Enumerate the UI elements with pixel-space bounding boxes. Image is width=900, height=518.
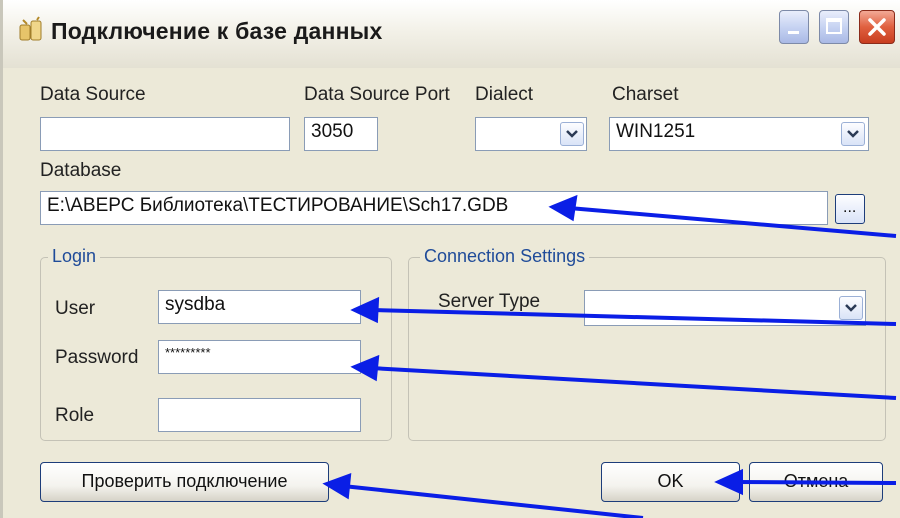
close-icon (868, 18, 886, 36)
chevron-down-icon (845, 304, 857, 312)
dialect-label: Dialect (475, 84, 534, 105)
arrow-to-test-connection (342, 484, 644, 518)
charset-value: WIN1251 (616, 121, 696, 142)
user-label: User (55, 298, 96, 319)
charset-select[interactable]: WIN1251 (609, 117, 869, 151)
role-label: Role (55, 405, 95, 426)
user-input[interactable]: sysdba (158, 290, 361, 324)
window-title: Подключение к базе данных (51, 18, 383, 44)
minimize-icon (788, 31, 799, 34)
data-source-input[interactable] (40, 117, 290, 151)
server-type-dropdown-button[interactable] (839, 296, 863, 320)
arrow-head-test-connection (322, 473, 352, 500)
minimize-button[interactable] (779, 10, 809, 44)
database-browse-button[interactable]: ... (835, 194, 865, 224)
password-label: Password (55, 347, 139, 368)
database-label: Database (40, 160, 122, 181)
data-source-port-label: Data Source Port (304, 84, 450, 105)
test-connection-button[interactable]: Проверить подключение (40, 462, 329, 502)
connection-settings-title: Connection Settings (420, 246, 590, 267)
ok-button[interactable]: OK (601, 462, 740, 502)
data-source-label: Data Source (40, 84, 146, 105)
server-type-select[interactable] (584, 290, 866, 326)
maximize-icon (826, 18, 842, 34)
charset-dropdown-button[interactable] (841, 122, 865, 146)
chevron-down-icon (566, 130, 578, 138)
cancel-button[interactable]: Отмена (749, 462, 883, 502)
dialect-dropdown-button[interactable] (560, 122, 584, 146)
chevron-down-icon (847, 130, 859, 138)
title-bar: Подключение к базе данных (3, 0, 900, 68)
connection-dialog: Подключение к базе данных Data Source Da… (0, 0, 900, 518)
role-input[interactable] (158, 398, 361, 432)
login-group-title: Login (48, 246, 101, 267)
maximize-button[interactable] (819, 10, 849, 44)
browse-label: ... (843, 199, 857, 216)
database-path-input[interactable]: E:\АВЕРС Библиотека\ТЕСТИРОВАНИЕ\Sch17.G… (40, 191, 828, 225)
connection-settings-group (408, 257, 886, 441)
server-type-label: Server Type (438, 291, 541, 312)
app-icon (19, 16, 42, 41)
password-input[interactable]: ********* (158, 340, 361, 374)
data-source-port-input[interactable]: 3050 (304, 117, 378, 151)
close-button[interactable] (859, 10, 895, 44)
charset-label: Charset (612, 84, 679, 105)
